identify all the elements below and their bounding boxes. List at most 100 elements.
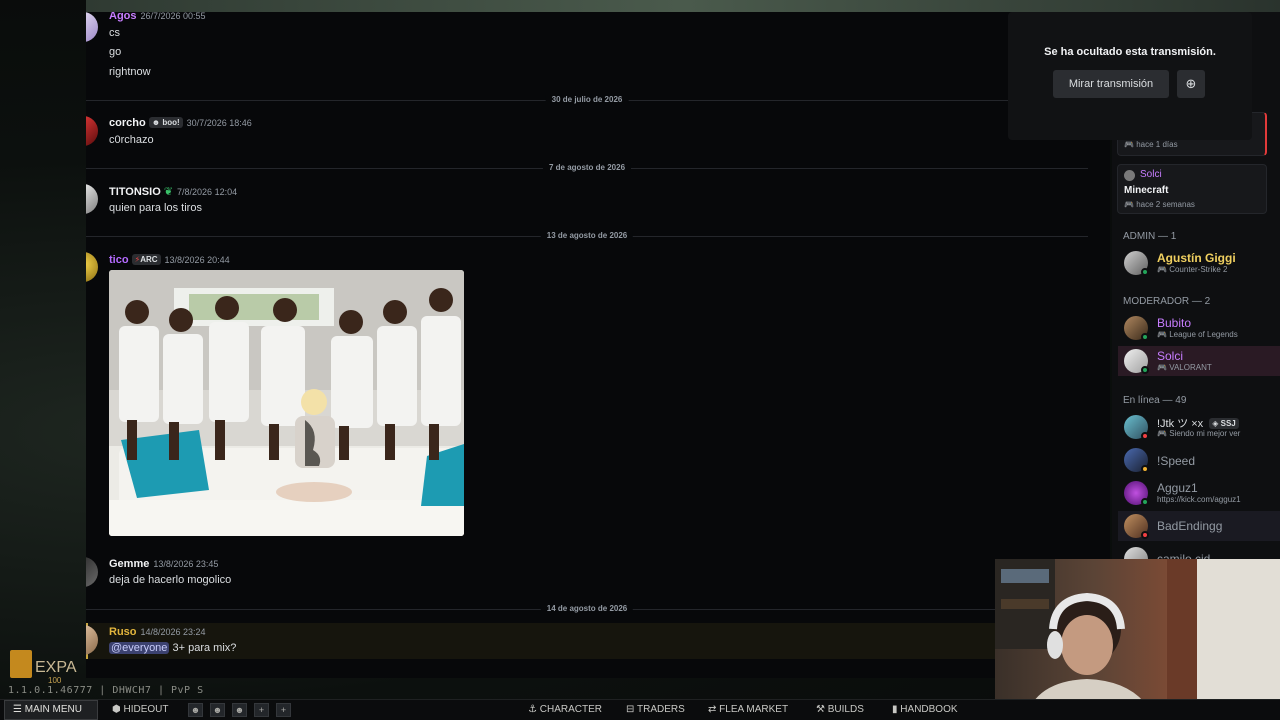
timestamp: 13/8/2026 20:44 [164,255,230,265]
avatar[interactable] [86,116,98,146]
server-tag-label: ARC [140,255,158,264]
gamepad-icon: 🎮 [1157,265,1167,274]
username-corcho[interactable]: corcho ☻ boo! 30/7/2026 18:46 [109,117,252,129]
username-label[interactable]: tico [109,254,129,266]
badge-icon: ◈ [1212,419,1219,428]
flea-market-button[interactable]: ⇄ FLEA MARKET [708,704,788,715]
activity-card-game: Minecraft [1124,185,1169,196]
main-menu-label: MAIN MENU [24,704,82,715]
avatar[interactable] [86,252,98,282]
cart-icon: ⊟ [626,704,635,715]
username-label[interactable]: Agos [109,12,137,22]
date-divider: 30 de julio de 2026 [86,95,1088,104]
username-label[interactable]: Ruso [109,626,137,638]
member-badendingg[interactable]: BadEndingg [1118,511,1280,541]
avatar[interactable] [86,184,98,214]
member-speed[interactable]: !Speed [1118,445,1280,475]
message-line: quien para los tiros [109,202,202,214]
username-gemme[interactable]: Gemme 13/8/2026 23:45 [109,558,218,570]
hud-emblem-icon [10,650,32,678]
timestamp: 30/7/2026 18:46 [186,118,252,128]
handbook-label: HANDBOOK [900,704,958,715]
avatar[interactable] [86,12,98,42]
gamepad-icon: 🎮 [1157,330,1167,339]
member-agustin-giggi[interactable]: Agustín Giggi 🎮 Counter-Strike 2 [1118,248,1280,278]
everyone-mention[interactable]: @everyone [109,642,170,654]
handbook-button[interactable]: ▮ HANDBOOK [892,704,958,715]
message-text: 3+ para mix? [172,642,237,654]
member-solci[interactable]: Solci 🎮 VALORANT [1118,346,1280,376]
username-agos[interactable]: Agos 26/7/2026 00:55 [109,12,206,22]
timestamp: 13/8/2026 23:45 [153,559,219,569]
activity-card-solci[interactable]: Solci Minecraft 🎮 hace 2 semanas [1117,164,1267,214]
username-tico[interactable]: tico ⚡ARC 13/8/2026 20:44 [109,254,230,266]
member-slot-2[interactable]: ☻ [210,703,225,717]
message-line: deja de hacerlo mogolico [109,574,232,586]
gamepad-icon: 🎮 [1124,200,1134,209]
username-label[interactable]: Gemme [109,558,149,570]
character-label: CHARACTER [539,704,602,715]
watch-stream-button[interactable]: Mirar transmisión [1053,70,1169,98]
image-canvas [109,270,464,536]
date-divider-label: 7 de agosto de 2026 [542,163,632,172]
member-activity-text: Counter-Strike 2 [1169,265,1228,274]
server-tag: ◈ SSJ [1209,418,1239,429]
status-dnd-icon [1141,531,1149,539]
book-icon: ▮ [892,704,898,715]
member-activity: 🎮 League of Legends [1157,330,1238,339]
message-line: @everyone 3+ para mix? [109,642,236,654]
status-online-icon [1141,498,1149,506]
username-label[interactable]: corcho [109,117,146,129]
hideout-button[interactable]: ⬢ HIDEOUT [112,704,169,715]
add-member-slot[interactable]: + [276,703,291,717]
timestamp: 26/7/2026 00:55 [140,12,206,21]
character-button[interactable]: ⚓ CHARACTER [528,704,602,715]
add-member-slot[interactable]: + [254,703,269,717]
leaf-icon: ❦ [163,186,174,198]
hamburger-icon: ☰ [13,704,22,715]
date-divider: 14 de agosto de 2026 [86,604,1088,613]
mention-highlight [86,623,1110,659]
plus-icon: + [280,705,287,715]
builds-button[interactable]: ⚒ BUILDS [816,704,864,715]
gamepad-icon: 🎮 [1124,140,1134,149]
member-bubito[interactable]: Bubito 🎮 League of Legends [1118,313,1280,343]
traders-button[interactable]: ⊟ TRADERS [626,704,685,715]
activity-time: hace 2 semanas [1136,200,1195,209]
server-tag[interactable]: ☻ boo! [148,117,183,128]
activity-card-user: Solci [1140,169,1162,180]
ghost-icon: ☻ [151,118,161,127]
flea-icon: ⇄ [708,704,717,715]
server-tag[interactable]: ⚡ARC [131,254,161,265]
avatar[interactable] [86,557,98,587]
server-tag-label: SSJ [1220,419,1236,428]
member-name: Solci [1157,349,1184,363]
username-label[interactable]: TITONSIO [109,186,161,198]
member-name: Bubito [1157,316,1192,330]
username-titonsio[interactable]: TITONSIO ❦ 7/8/2026 12:04 [109,185,237,198]
popout-stream-button[interactable]: ⊕ [1177,70,1205,98]
main-menu-button[interactable]: ☰ MAIN MENU [4,700,98,720]
member-agguz1[interactable]: Agguz1 https://kick.com/agguz1 [1118,478,1280,508]
activity-card-sub: 🎮 hace 2 semanas [1124,200,1195,209]
member-jtk[interactable]: !Jtk ツ ×x ◈ SSJ 🎮 Siendo mi mejor ver [1118,412,1280,442]
member-name: BadEndingg [1157,519,1223,533]
username-ruso[interactable]: Ruso 14/8/2026 23:24 [109,626,206,638]
member-name: Agguz1 [1157,481,1198,495]
member-slot-3[interactable]: ☻ [232,703,247,717]
activity-card-sub: 🎮 hace 1 días [1124,140,1178,149]
member-activity: https://kick.com/agguz1 [1157,495,1241,504]
status-idle-icon [1141,465,1149,473]
webcam-overlay [995,559,1280,720]
hud-small-number: 100 [48,676,62,685]
message-line: cs [109,27,120,39]
player-icon: ☻ [234,705,245,715]
section-header-online: En línea — 49 [1123,395,1187,406]
section-header-moderator: MODERADOR — 2 [1123,296,1211,307]
game-top-strip [86,0,1280,12]
hideout-icon: ⬢ [112,704,121,715]
eye-plus-icon: ⊕ [1185,76,1197,91]
message-image[interactable] [109,270,464,536]
chat-panel[interactable]: Agos 26/7/2026 00:55 cs go rightnow 30 de… [86,12,1110,678]
member-slot-1[interactable]: ☻ [188,703,203,717]
